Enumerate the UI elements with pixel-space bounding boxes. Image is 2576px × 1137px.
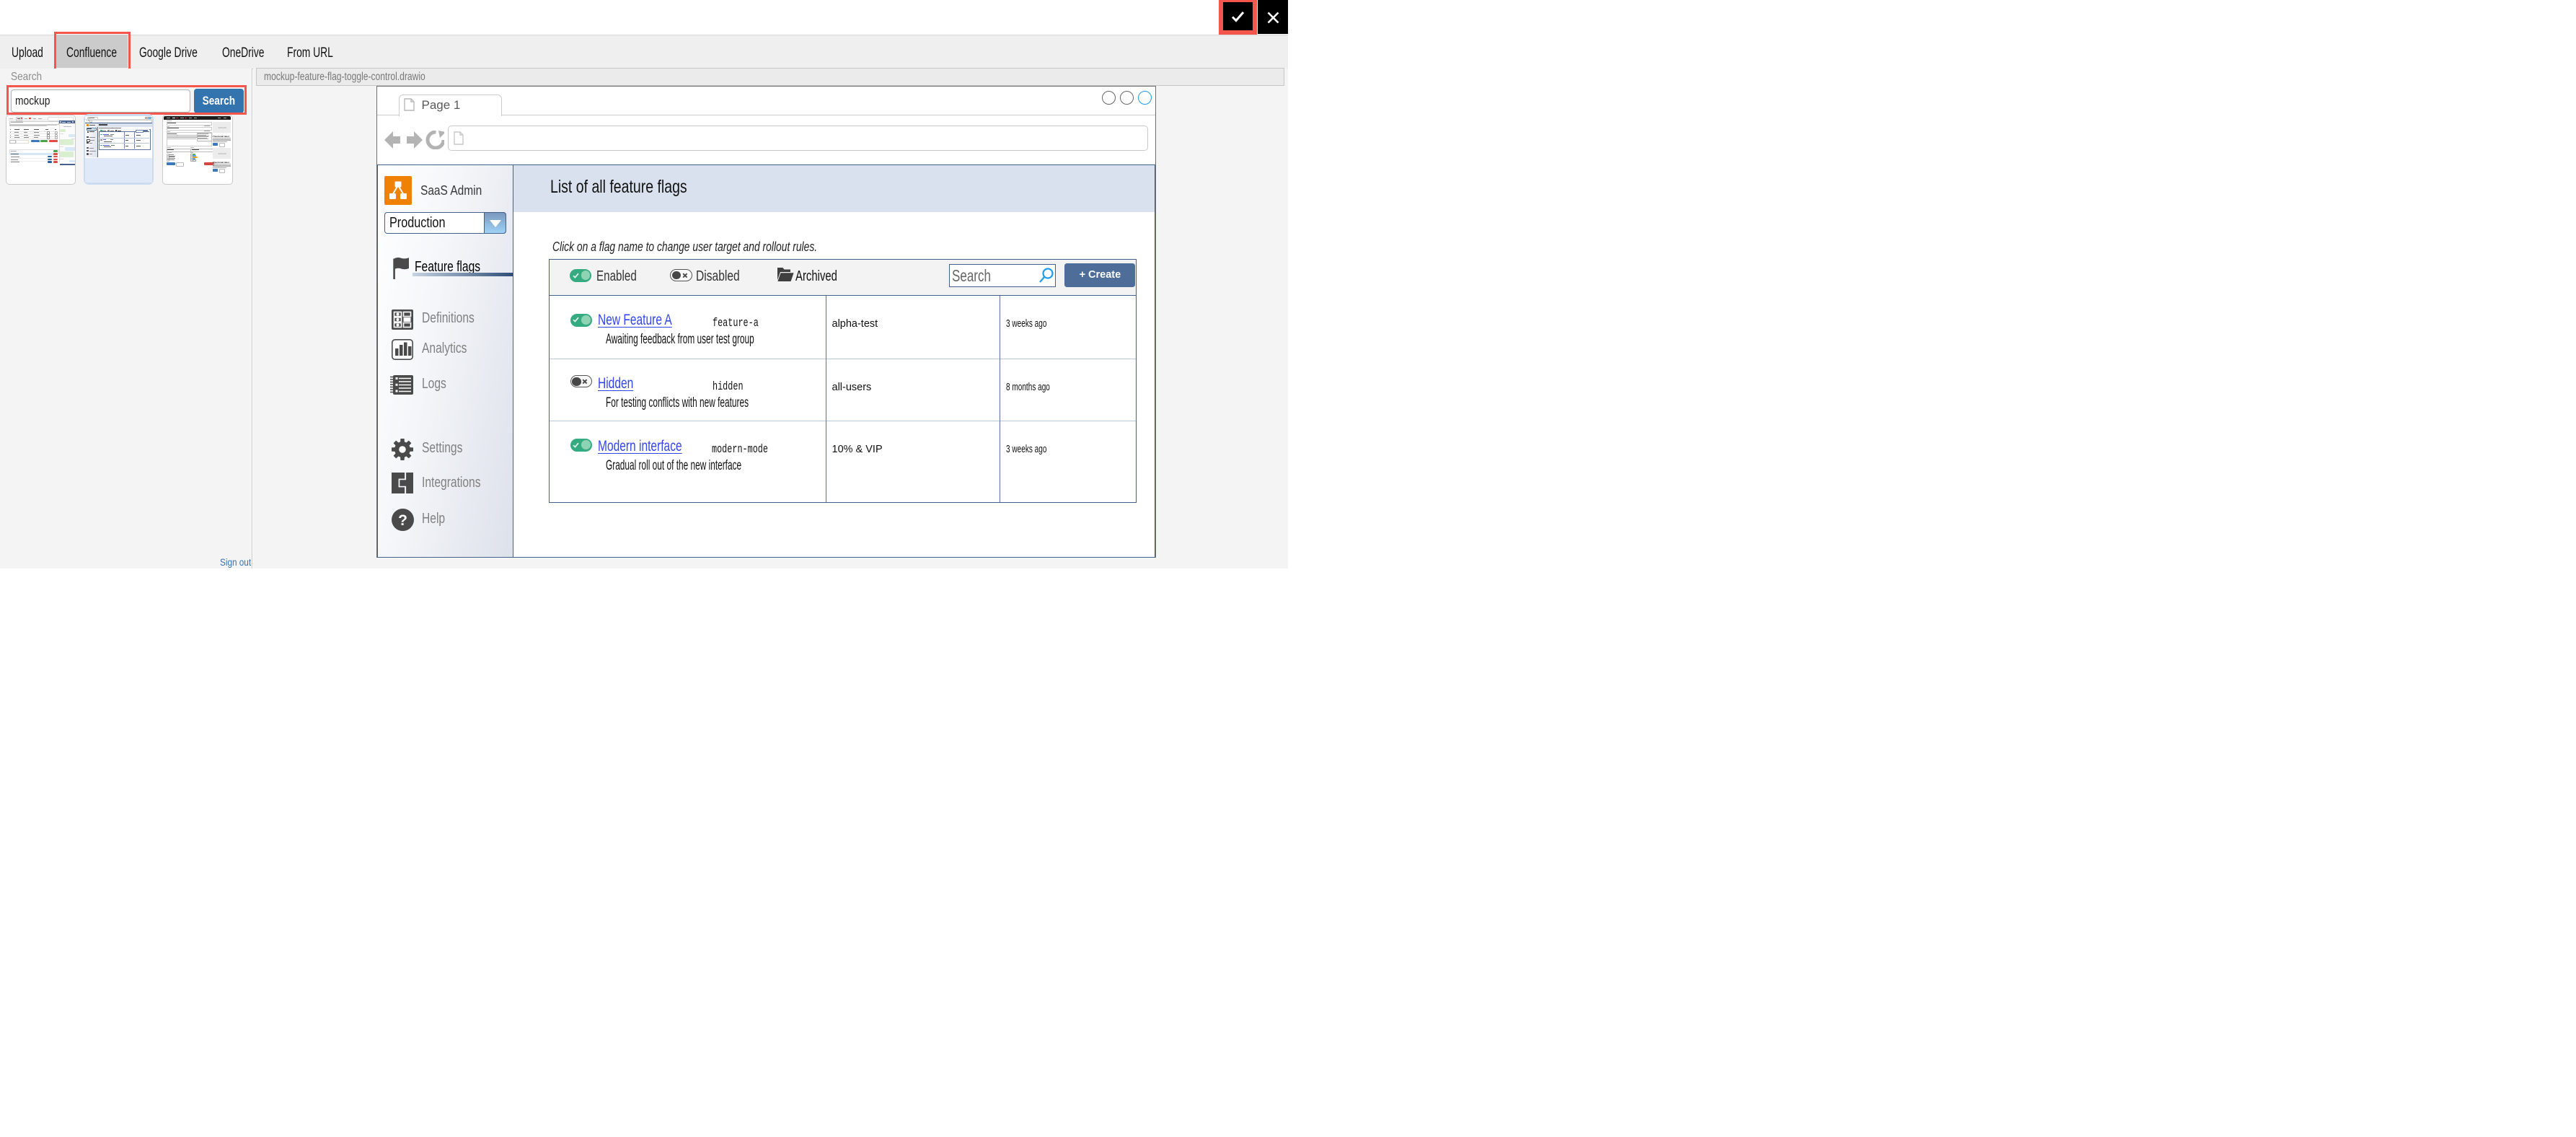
svg-text:?: ?	[398, 512, 407, 529]
